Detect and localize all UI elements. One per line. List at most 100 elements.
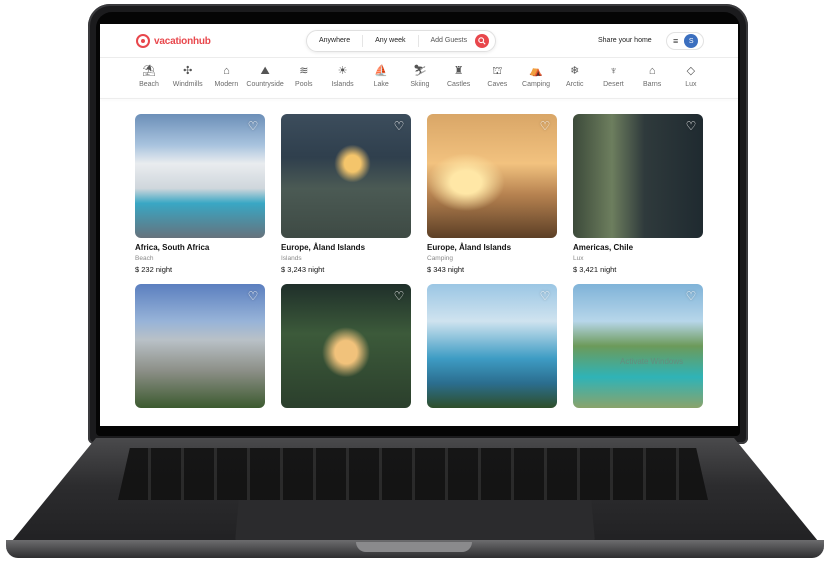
pool-icon: ≋ xyxy=(299,64,309,77)
listing-location: Europe, Åland Islands xyxy=(427,243,512,252)
category-lake[interactable]: ⛵ Lake xyxy=(362,64,400,88)
category-label: Barns xyxy=(642,81,662,88)
heart-icon[interactable]: ♡ xyxy=(539,290,551,302)
category-label: Castles xyxy=(446,81,471,88)
listing-card[interactable]: ♡ Americas, Chile Lux $ 3,421 night xyxy=(573,114,703,274)
category-caves[interactable]: ⛫ Caves xyxy=(478,64,516,88)
heart-icon[interactable]: ♡ xyxy=(685,290,697,302)
category-label: Windmills xyxy=(172,81,203,88)
listing-price: $ 343 night xyxy=(427,265,465,274)
barn-icon: ⌂ xyxy=(648,64,656,77)
diamond-icon: ◇ xyxy=(686,64,696,77)
category-label: Countryside xyxy=(246,81,284,88)
category-label: Lux xyxy=(685,81,697,88)
category-label: Pools xyxy=(295,81,313,88)
windmill-icon: ✣ xyxy=(183,64,193,77)
modern-house-icon: ⌂ xyxy=(223,64,230,77)
category-lux[interactable]: ◇ Lux xyxy=(672,64,710,88)
category-castles[interactable]: ♜ Castles xyxy=(440,64,478,88)
heart-icon[interactable]: ♡ xyxy=(539,120,551,132)
category-bar: ⛱ Beach ✣ Windmills ⌂ Modern ⛰ Countryside ≋ Pool… xyxy=(130,64,710,88)
search-button[interactable] xyxy=(475,34,490,48)
laptop-mockup: vacationhub Anywhere Any week Add Guests… xyxy=(0,0,828,573)
search-anywhere[interactable]: Anywhere xyxy=(307,35,364,47)
category-desert[interactable]: ♆ Desert xyxy=(594,64,632,88)
listing-photo[interactable]: ♡ xyxy=(573,114,703,238)
listing-photo[interactable]: ♡ xyxy=(427,284,557,408)
listing-card[interactable]: ♡ xyxy=(427,284,557,408)
listing-category: Lux xyxy=(573,255,584,262)
share-your-home-link[interactable]: Share your home xyxy=(598,37,652,44)
listing-card[interactable]: ♡ xyxy=(135,284,265,408)
castle-icon: ♜ xyxy=(453,64,464,77)
listing-price: $ 232 night xyxy=(135,265,173,274)
category-camping[interactable]: ⛺ Camping xyxy=(517,64,555,88)
listing-card[interactable]: ♡ Europe, Åland Islands Camping $ 343 ni… xyxy=(427,114,557,274)
category-label: Beach xyxy=(139,81,159,88)
listing-location: Americas, Chile xyxy=(573,243,634,252)
logo-icon xyxy=(136,34,150,48)
logo-text: vacationhub xyxy=(154,35,211,47)
category-beach[interactable]: ⛱ Beach xyxy=(130,64,168,88)
laptop-notch xyxy=(356,542,472,552)
heart-icon[interactable]: ♡ xyxy=(393,120,405,132)
category-label: Camping xyxy=(522,81,551,88)
cactus-icon: ♆ xyxy=(609,64,618,77)
category-label: Islands xyxy=(331,81,354,88)
listing-card[interactable]: ♡ xyxy=(281,284,411,408)
heart-icon[interactable]: ♡ xyxy=(685,120,697,132)
category-arctic[interactable]: ❄ Arctic xyxy=(556,64,594,88)
category-modern[interactable]: ⌂ Modern xyxy=(207,64,245,88)
logo[interactable]: vacationhub xyxy=(136,34,211,48)
beach-icon: ⛱ xyxy=(142,64,156,77)
category-countryside[interactable]: ⛰ Countryside xyxy=(246,64,284,88)
listing-photo[interactable]: ♡ xyxy=(135,284,265,408)
listing-location: Africa, South Africa xyxy=(135,243,210,252)
camping-icon: ⛺ xyxy=(529,64,543,77)
ski-icon: ⛷ xyxy=(412,64,427,77)
listing-category: Camping xyxy=(427,255,454,262)
keyboard xyxy=(118,448,708,500)
category-label: Skiing xyxy=(410,81,430,88)
activate-windows-watermark: Activate Windows xyxy=(620,357,684,366)
search-add-guests[interactable]: Add Guests xyxy=(419,35,474,47)
app-screen: vacationhub Anywhere Any week Add Guests… xyxy=(100,24,738,426)
category-divider xyxy=(100,98,738,99)
lake-icon: ⛵ xyxy=(374,64,389,77)
avatar: S xyxy=(684,34,699,48)
user-menu-button[interactable]: ≡ S xyxy=(666,32,704,50)
category-pools[interactable]: ≋ Pools xyxy=(285,64,323,88)
listing-photo[interactable]: ♡ xyxy=(281,284,411,408)
island-icon: ☀ xyxy=(337,64,348,77)
top-header: vacationhub Anywhere Any week Add Guests… xyxy=(100,24,738,58)
category-barns[interactable]: ⌂ Barns xyxy=(633,64,671,88)
category-skiing[interactable]: ⛷ Skiing xyxy=(401,64,439,88)
listing-photo[interactable]: ♡ xyxy=(573,284,703,408)
category-label: Caves xyxy=(487,81,508,88)
listing-photo[interactable]: ♡ xyxy=(135,114,265,238)
listing-photo[interactable]: ♡ xyxy=(281,114,411,238)
category-label: Desert xyxy=(603,81,624,88)
listing-price: $ 3,243 night xyxy=(281,265,325,274)
listing-photo[interactable]: ♡ xyxy=(427,114,557,238)
listing-card[interactable]: ♡ Africa, South Africa Beach $ 232 night xyxy=(135,114,265,274)
listing-card[interactable]: ♡ Europe, Åland Islands Islands $ 3,243 … xyxy=(281,114,411,274)
category-islands[interactable]: ☀ Islands xyxy=(324,64,362,88)
trackpad xyxy=(235,500,595,542)
heart-icon[interactable]: ♡ xyxy=(247,120,259,132)
category-windmills[interactable]: ✣ Windmills xyxy=(169,64,207,88)
countryside-icon: ⛰ xyxy=(260,64,270,77)
search-any-week[interactable]: Any week xyxy=(363,35,419,47)
cave-icon: ⛫ xyxy=(492,64,503,77)
search-icon xyxy=(478,37,486,45)
category-label: Arctic xyxy=(565,81,584,88)
listing-category: Beach xyxy=(135,255,154,262)
listing-location: Europe, Åland Islands xyxy=(281,243,366,252)
heart-icon[interactable]: ♡ xyxy=(393,290,405,302)
listing-card[interactable]: ♡ xyxy=(573,284,703,408)
heart-icon[interactable]: ♡ xyxy=(247,290,259,302)
menu-icon: ≡ xyxy=(673,35,679,46)
category-label: Modern xyxy=(214,81,239,88)
search-bar[interactable]: Anywhere Any week Add Guests xyxy=(306,30,496,52)
listing-category: Islands xyxy=(281,255,302,262)
